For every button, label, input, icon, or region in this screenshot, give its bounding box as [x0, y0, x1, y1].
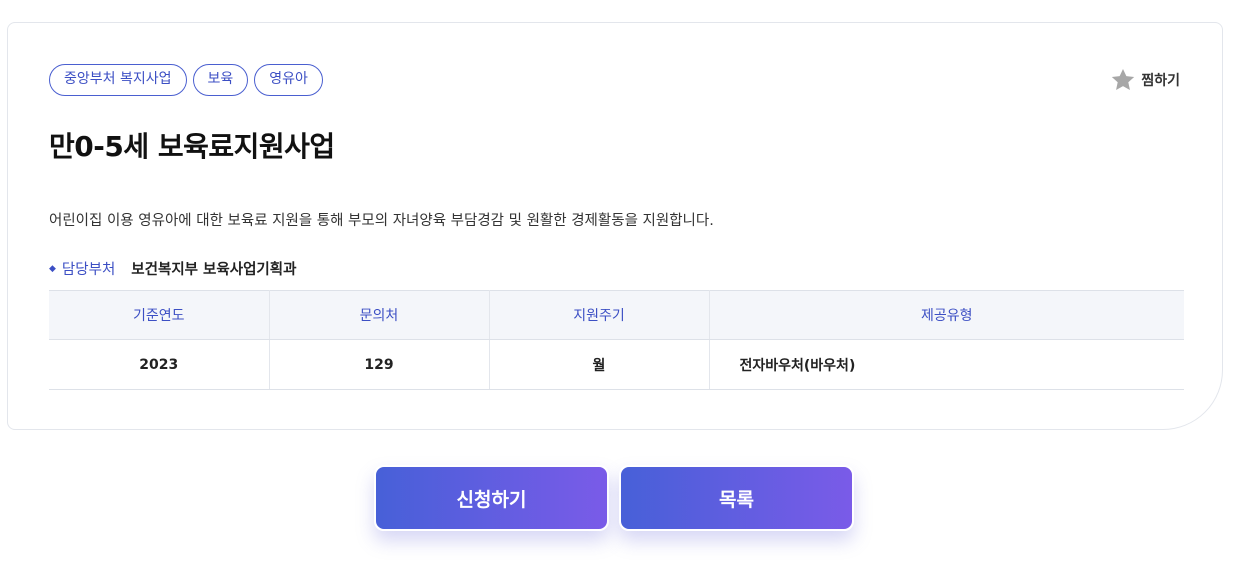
- department-value: 보건복지부 보육사업기획과: [131, 262, 297, 278]
- tag-list: 중앙부처 복지사업 보육 영유아: [49, 64, 323, 96]
- diamond-bullet-icon: ◆: [49, 263, 56, 274]
- list-button[interactable]: 목록: [619, 465, 854, 531]
- department-label: 담당부처: [61, 262, 116, 278]
- header-support-cycle: 지원주기: [489, 290, 710, 340]
- star-icon: [1110, 67, 1136, 93]
- cell-support-cycle: 월: [489, 339, 710, 390]
- favorite-label: 찜하기: [1141, 73, 1180, 89]
- cell-provision-type: 전자바우처(바우처): [709, 339, 1184, 390]
- service-detail-card: 중앙부처 복지사업 보육 영유아 찜하기 만0-5세 보육료지원사업 어린이집 …: [7, 22, 1223, 430]
- action-buttons: 신청하기 목록: [374, 465, 854, 531]
- apply-button[interactable]: 신청하기: [374, 465, 609, 531]
- header-base-year: 기준연도: [49, 290, 270, 340]
- header-contact: 문의처: [269, 290, 490, 340]
- cell-base-year: 2023: [49, 339, 270, 390]
- service-description: 어린이집 이용 영유아에 대한 보육료 지원을 통해 부모의 자녀양육 부담경감…: [49, 213, 714, 229]
- table-header-row: 기준연도 문의처 지원주기 제공유형: [49, 290, 1184, 340]
- page-title: 만0-5세 보육료지원사업: [49, 130, 335, 163]
- table-row: 2023 129 월 전자바우처(바우처): [49, 339, 1184, 390]
- cell-contact: 129: [269, 339, 490, 390]
- header-provision-type: 제공유형: [709, 290, 1184, 340]
- service-info-table: 기준연도 문의처 지원주기 제공유형 2023 129 월 전자바우처(바우처): [49, 290, 1184, 390]
- tag-category[interactable]: 중앙부처 복지사업: [49, 64, 187, 96]
- tag-infant[interactable]: 영유아: [254, 64, 323, 96]
- department-info: ◆ 담당부처 보건복지부 보육사업기획과: [49, 258, 296, 279]
- favorite-button[interactable]: 찜하기: [1110, 67, 1180, 93]
- tag-childcare[interactable]: 보육: [192, 64, 249, 96]
